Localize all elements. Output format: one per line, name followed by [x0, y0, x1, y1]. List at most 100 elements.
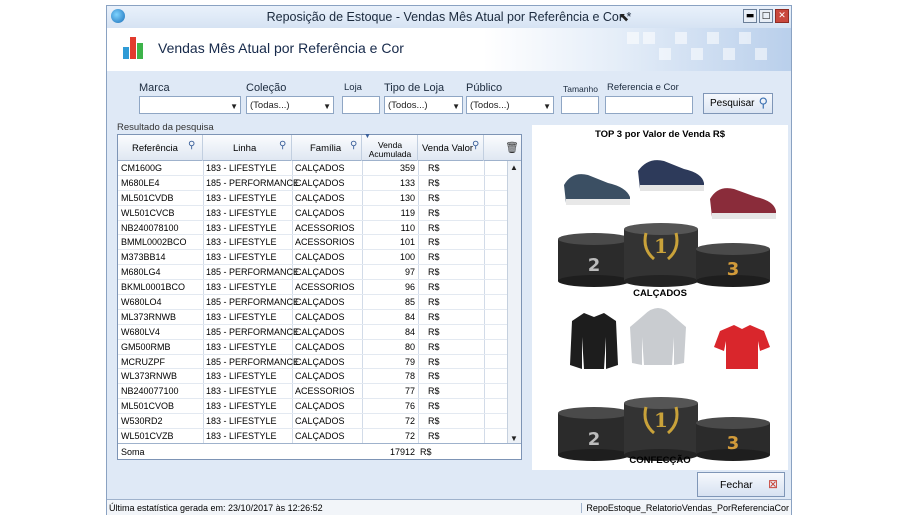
- header-venda-acumulada[interactable]: Venda Acumulada ▼: [362, 133, 418, 161]
- table-row[interactable]: W680LO4 185 - PERFORMANCE CALÇADOS 85 R$: [118, 295, 507, 310]
- table-row[interactable]: CM1600G 183 - LIFESTYLE CALÇADOS 359 R$: [118, 161, 507, 176]
- sum-value: 17912: [389, 447, 415, 457]
- marca-select[interactable]: ▼: [139, 96, 241, 114]
- close-button[interactable]: ✕: [775, 9, 789, 23]
- table-cell: CALÇADOS: [295, 252, 345, 263]
- table-row[interactable]: WL501CVZB 183 - LIFESTYLE CALÇADOS 72 R$: [118, 429, 507, 444]
- scroll-up-icon: ▲: [510, 163, 518, 172]
- table-cell: WL501CVZB: [121, 431, 174, 442]
- table-cell: R$: [428, 311, 440, 322]
- fechar-button[interactable]: Fechar ⊠: [697, 472, 785, 497]
- sum-row: Soma 17912 R$: [118, 443, 521, 459]
- table-row[interactable]: NB240078100 183 - LIFESTYLE ACESSORIOS 110 R…: [118, 221, 507, 236]
- table-row[interactable]: BKML0001BCO 183 - LIFESTYLE ACESSORIOS 96 R$: [118, 280, 507, 296]
- tipo-loja-label: Tipo de Loja: [384, 82, 445, 94]
- table-row[interactable]: ML373RNWB 183 - LIFESTYLE CALÇADOS 84 R$: [118, 310, 507, 325]
- delete-column[interactable]: 🗑: [484, 135, 521, 161]
- podium-third-label: 3: [727, 259, 740, 280]
- table-cell: NB240078100: [121, 222, 179, 233]
- table-cell: 84: [404, 311, 415, 322]
- header-familia[interactable]: Família ⚲: [292, 135, 362, 161]
- tamanho-input[interactable]: [561, 96, 599, 114]
- pesquisar-label: Pesquisar: [710, 98, 755, 109]
- table-cell: 100: [399, 252, 415, 263]
- podium-second-label: 2: [588, 255, 601, 276]
- table-row[interactable]: MCRUZPF 185 - PERFORMANCE CALÇADOS 79 R$: [118, 355, 507, 370]
- sum-currency: R$: [420, 447, 432, 457]
- tipo-loja-select[interactable]: (Todos...) ▼: [384, 96, 463, 114]
- minimize-button[interactable]: ▬: [743, 9, 757, 23]
- table-cell: 72: [404, 431, 415, 442]
- table-cell: 185 - PERFORMANCE: [206, 297, 300, 308]
- shoe-icon: [564, 174, 630, 205]
- table-cell: ACESSORIOS: [295, 237, 355, 248]
- search-icon: ⚲: [472, 140, 480, 151]
- table-cell: R$: [428, 267, 440, 278]
- maximize-button[interactable]: □: [759, 9, 773, 23]
- table-cell: 110: [400, 222, 415, 233]
- header-referencia[interactable]: Referência ⚲: [118, 135, 203, 161]
- table-cell: 80: [404, 341, 415, 352]
- table-cell: 97: [404, 267, 415, 278]
- table-cell: R$: [428, 386, 440, 397]
- table-cell: 72: [404, 416, 415, 427]
- results-grid[interactable]: Referência ⚲ Linha ⚲ Família ⚲ Venda Acumul…: [117, 133, 522, 460]
- table-cell: W680LO4: [121, 297, 162, 308]
- table-cell: WL373RNWB: [121, 371, 178, 382]
- table-row[interactable]: ML501CVOB 183 - LIFESTYLE CALÇADOS 76 R$: [118, 399, 507, 415]
- table-cell: R$: [428, 207, 440, 218]
- table-row[interactable]: W530RD2 183 - LIFESTYLE CALÇADOS 72 R$: [118, 414, 507, 430]
- table-row[interactable]: BMML0002BCO 183 - LIFESTYLE ACESSORIOS 101 R…: [118, 235, 507, 251]
- table-cell: MCRUZPF: [121, 356, 165, 367]
- vertical-scrollbar[interactable]: ▲ ▼: [507, 161, 521, 445]
- table-row[interactable]: M680LG4 185 - PERFORMANCE CALÇADOS 97 R$: [118, 265, 507, 281]
- referencia-cor-input[interactable]: [605, 96, 693, 114]
- table-cell: CALÇADOS: [295, 401, 345, 412]
- table-row[interactable]: M373BB14 183 - LIFESTYLE CALÇADOS 100 R$: [118, 250, 507, 266]
- table-cell: 183 - LIFESTYLE: [206, 431, 277, 442]
- table-cell: 183 - LIFESTYLE: [206, 401, 277, 412]
- header-linha[interactable]: Linha ⚲: [203, 135, 292, 161]
- table-cell: R$: [428, 222, 440, 233]
- loja-input[interactable]: [342, 96, 380, 114]
- table-row[interactable]: M680LE4 185 - PERFORMANCE CALÇADOS 133 R$: [118, 176, 507, 191]
- table-cell: 183 - LIFESTYLE: [206, 207, 277, 218]
- colecao-select[interactable]: (Todas...) ▼: [246, 96, 334, 114]
- table-cell: R$: [428, 401, 440, 412]
- table-row[interactable]: WL373RNWB 183 - LIFESTYLE CALÇADOS 78 R$: [118, 369, 507, 385]
- publico-label: Público: [466, 82, 503, 94]
- table-cell: 85: [404, 297, 415, 308]
- jacket-icon: [570, 313, 618, 369]
- app-window: Reposição de Estoque - Vendas Mês Atual …: [106, 5, 792, 515]
- table-cell: 133: [399, 177, 415, 188]
- table-row[interactable]: NB240077100 183 - LIFESTYLE ACESSORIOS 77 R$: [118, 384, 507, 400]
- table-cell: 183 - LIFESTYLE: [206, 371, 277, 382]
- table-cell: R$: [428, 237, 440, 248]
- table-cell: BMML0002BCO: [121, 237, 187, 248]
- colecao-label: Coleção: [246, 82, 287, 94]
- referencia-cor-label: Referencia e Cor: [607, 82, 679, 93]
- table-cell: 183 - LIFESTYLE: [206, 386, 277, 397]
- status-right: RepoEstoque_RelatorioVendas_PorReferenci…: [581, 503, 789, 513]
- search-icon: ⚲: [350, 140, 358, 151]
- table-cell: R$: [428, 356, 440, 367]
- table-row[interactable]: WL501CVCB 183 - LIFESTYLE CALÇADOS 119 R$: [118, 206, 507, 221]
- table-cell: ACESSORIOS: [295, 222, 355, 233]
- table-cell: 185 - PERFORMANCE: [206, 356, 300, 367]
- table-row[interactable]: GM500RMB 183 - LIFESTYLE CALÇADOS 80 R$: [118, 340, 507, 355]
- table-row[interactable]: W680LV4 185 - PERFORMANCE CALÇADOS 84 R$: [118, 325, 507, 340]
- category-calcados-label: CALÇADOS: [633, 288, 687, 299]
- publico-select[interactable]: (Todos...) ▼: [466, 96, 554, 114]
- bar-chart-icon: [123, 37, 147, 59]
- podium-second-label: 2: [588, 429, 601, 450]
- table-row[interactable]: ML501CVDB 183 - LIFESTYLE CALÇADOS 130 R$: [118, 191, 507, 206]
- status-bar: Última estatística gerada em: 23/10/2017…: [107, 499, 791, 515]
- trash-icon: 🗑: [505, 142, 519, 154]
- header-venda-valor[interactable]: Venda Valor ⚲: [418, 135, 484, 161]
- pesquisar-button[interactable]: Pesquisar ⚲: [703, 93, 773, 114]
- chevron-down-icon: ▼: [230, 102, 238, 111]
- scroll-down-icon: ▼: [510, 434, 518, 443]
- table-cell: 185 - PERFORMANCE: [206, 326, 300, 337]
- table-cell: CALÇADOS: [295, 326, 345, 337]
- close-icon: ⊠: [767, 477, 778, 491]
